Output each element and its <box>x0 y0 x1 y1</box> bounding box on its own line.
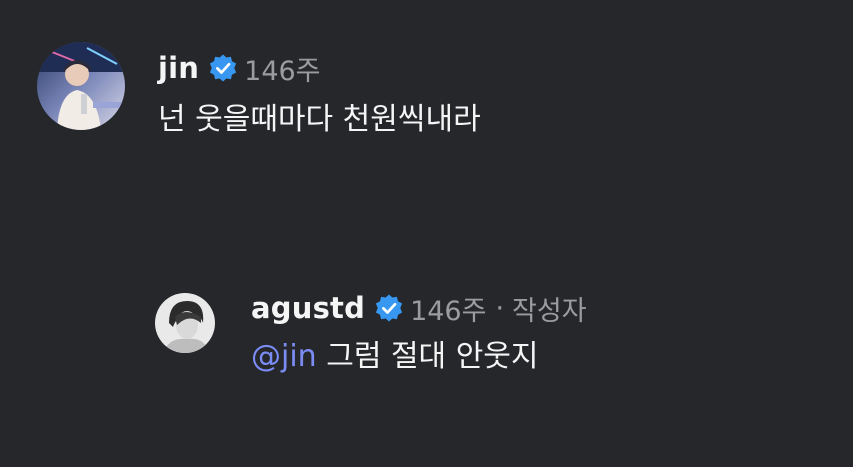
reply-text: @jin 그럼 절대 안웃지 <box>251 337 587 377</box>
comment-body: jin 146주 넌 웃을때마다 천원씩내라 <box>158 42 481 140</box>
comment-text: 넌 웃을때마다 천원씩내라 <box>158 102 481 137</box>
comment-header: jin 146주 <box>158 48 481 88</box>
username[interactable]: agustd <box>251 291 365 325</box>
reply-header: agustd 146주 · 작성자 <box>251 288 587 328</box>
reply-agustd: agustd 146주 · 작성자 @jin 그럼 절대 안웃지 <box>155 279 587 377</box>
comment-jin: jin 146주 넌 웃을때마다 천원씩내라 <box>37 42 481 140</box>
reply-message: 그럼 절대 안웃지 <box>316 339 539 374</box>
comments-panel: jin 146주 넌 웃을때마다 천원씩내라 agustd 146주 · 작성자… <box>0 0 853 467</box>
verified-badge-icon <box>374 293 404 323</box>
separator-dot: · <box>495 292 505 324</box>
avatar-agustd[interactable] <box>155 293 215 353</box>
avatar-jin[interactable] <box>37 42 125 130</box>
username[interactable]: jin <box>158 51 199 85</box>
verified-badge-icon <box>208 53 238 83</box>
author-tag: 작성자 <box>512 295 587 327</box>
reply-body: agustd 146주 · 작성자 @jin 그럼 절대 안웃지 <box>251 279 587 377</box>
mention-link[interactable]: @jin <box>251 339 317 374</box>
reply-time[interactable]: 146주 <box>410 289 486 328</box>
comment-time[interactable]: 146주 <box>244 49 320 88</box>
